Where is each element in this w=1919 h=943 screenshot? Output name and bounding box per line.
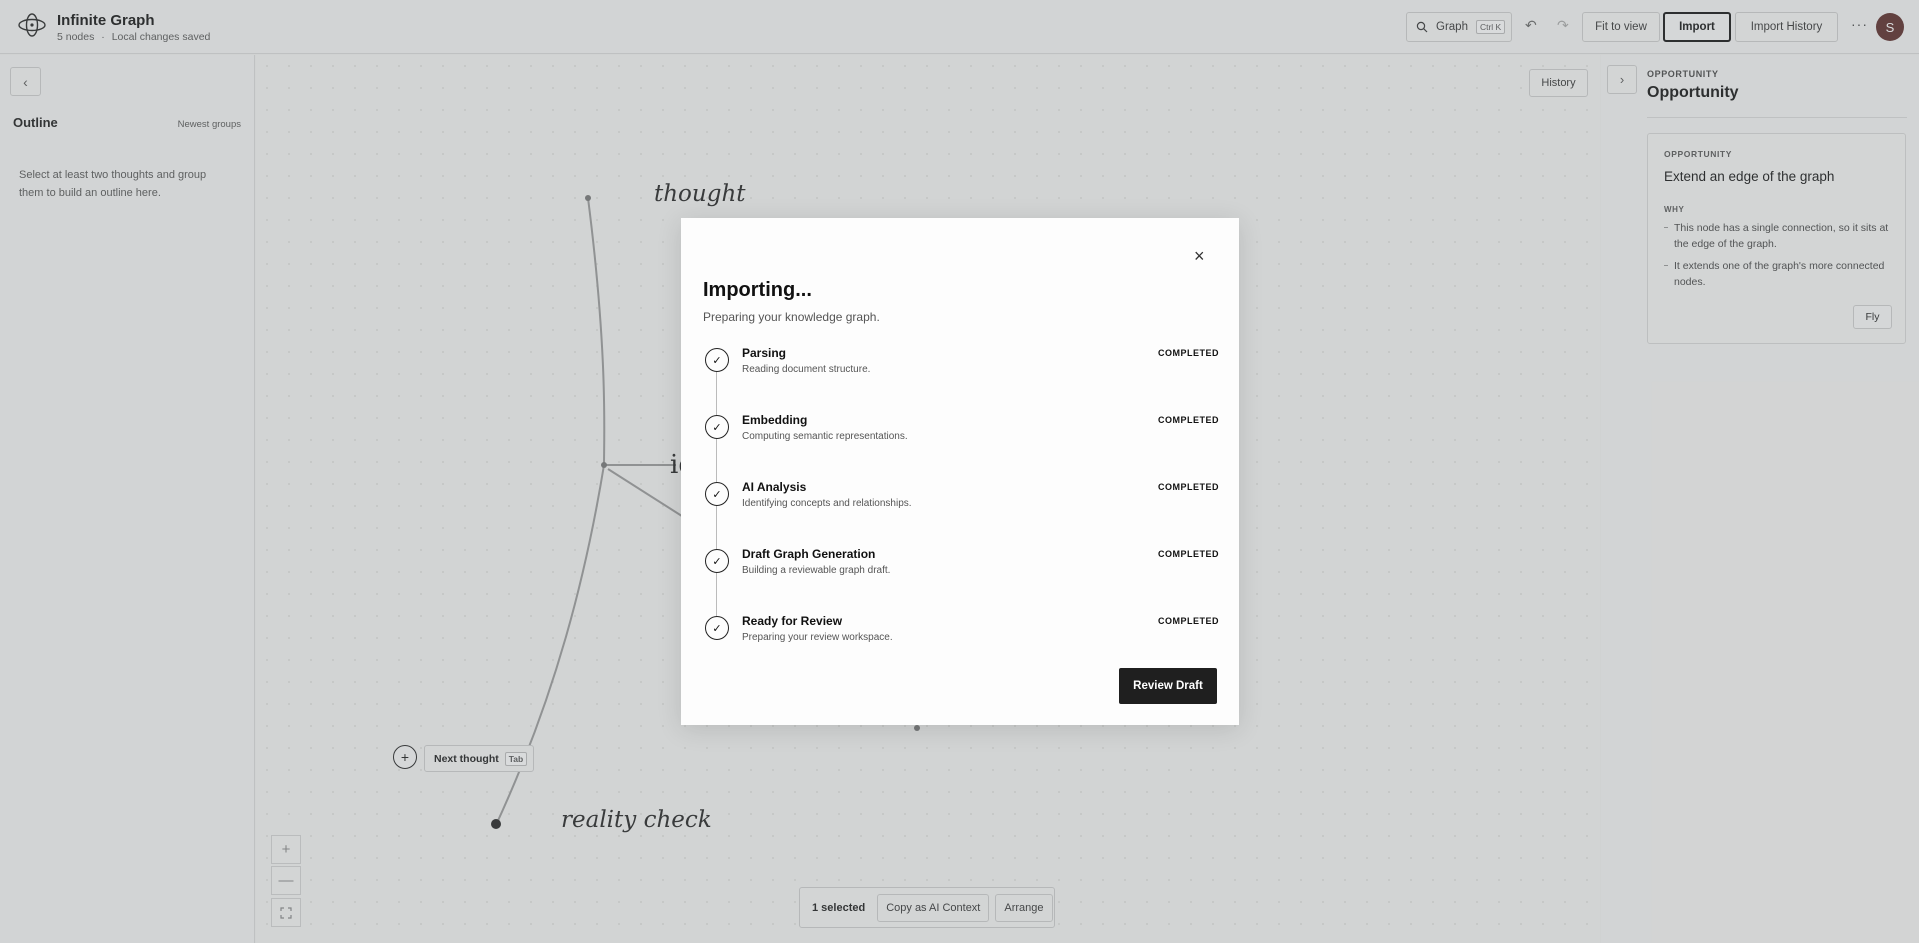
step-desc: Reading document structure. — [742, 364, 871, 375]
step-desc: Computing semantic representations. — [742, 431, 908, 442]
check-icon: ✓ — [705, 482, 729, 506]
step-name: Parsing — [742, 346, 787, 360]
step-desc: Identifying concepts and relationships. — [742, 498, 912, 509]
step-name: AI Analysis — [742, 480, 807, 494]
check-icon: ✓ — [705, 549, 729, 573]
step-name: Embedding — [742, 413, 808, 427]
close-icon[interactable]: × — [1194, 246, 1205, 267]
step-embedding: ✓ Embedding Computing semantic represent… — [703, 413, 1219, 463]
step-ready-for-review: ✓ Ready for Review Preparing your review… — [703, 614, 1219, 664]
step-desc: Building a reviewable graph draft. — [742, 565, 891, 576]
import-progress-modal: × Importing... Preparing your knowledge … — [681, 218, 1239, 725]
step-name: Ready for Review — [742, 614, 843, 628]
review-draft-button[interactable]: Review Draft — [1119, 668, 1217, 704]
step-desc: Preparing your review workspace. — [742, 632, 893, 643]
step-status: COMPLETED — [1157, 348, 1219, 358]
check-icon: ✓ — [705, 616, 729, 640]
check-icon: ✓ — [705, 415, 729, 439]
step-ai-analysis: ✓ AI Analysis Identifying concepts and r… — [703, 480, 1219, 530]
step-status: COMPLETED — [1157, 616, 1219, 626]
modal-subtitle: Preparing your knowledge graph. — [703, 310, 880, 324]
check-icon: ✓ — [705, 348, 729, 372]
modal-title: Importing... — [703, 279, 812, 301]
step-parsing: ✓ Parsing Reading document structure. CO… — [703, 346, 1219, 396]
step-draft-generation: ✓ Draft Graph Generation Building a revi… — [703, 547, 1219, 597]
step-name: Draft Graph Generation — [742, 547, 876, 561]
step-status: COMPLETED — [1157, 415, 1219, 425]
step-status: COMPLETED — [1157, 549, 1219, 559]
step-status: COMPLETED — [1157, 482, 1219, 492]
